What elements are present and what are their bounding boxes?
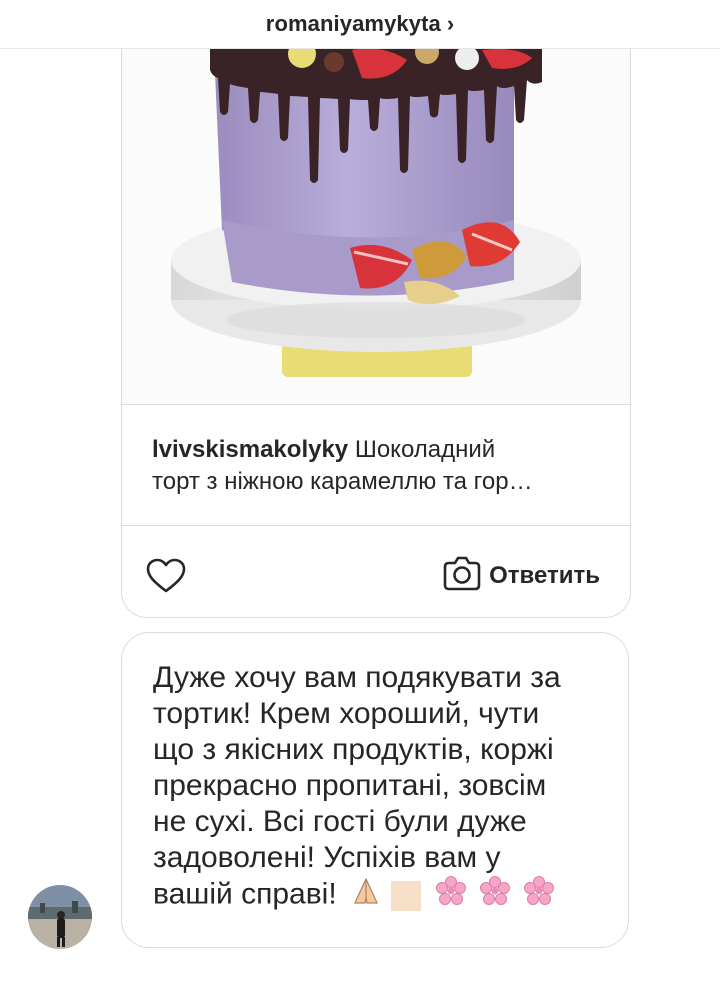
caption-text-line1: Шоколадний [354, 436, 496, 463]
cherry-blossom-icon [435, 876, 466, 915]
reply-label: Ответить [489, 562, 600, 589]
message-line: прекрасно пропитані, зовсім [153, 769, 547, 802]
message-line: Дуже хочу вам подякувати за [153, 661, 561, 694]
message-line: що з якісних продуктів, коржі [153, 733, 554, 766]
post-caption[interactable]: lvivskismakolyky Шоколадний торт з ніжно… [122, 404, 630, 526]
camera-icon [443, 555, 489, 598]
caption-text-line2: торт з ніжною карамеллю та гор… [152, 468, 533, 495]
folded-hands-icon [351, 876, 381, 915]
message-line: тортик! Крем хороший, чути [153, 697, 540, 730]
skin-tone-modifier-icon [391, 880, 422, 911]
reply-button[interactable]: Ответить [443, 555, 600, 598]
avatar[interactable] [28, 885, 92, 949]
message-line: не сухі. Всі гості були дуже [153, 805, 527, 838]
message-line: задоволені! Успіхів вам у [153, 841, 501, 874]
post-author[interactable]: lvivskismakolyky [152, 436, 348, 463]
chevron-right-icon: › [446, 11, 455, 36]
shared-post-card[interactable]: lvivskismakolyky Шоколадний торт з ніжно… [121, 20, 631, 618]
chat-username[interactable]: romaniyamykyta [266, 11, 441, 37]
message-line: вашій справі! [153, 877, 337, 911]
chat-header[interactable]: romaniyamykyta › [0, 0, 720, 49]
heart-icon[interactable] [146, 558, 186, 594]
cherry-blossom-icon [524, 876, 555, 915]
message-bubble[interactable]: Дуже хочу вам подякувати за тортик! Крем… [121, 632, 629, 948]
post-actions: Ответить [122, 526, 630, 617]
post-image[interactable] [122, 20, 630, 404]
cherry-blossom-icon [480, 876, 511, 915]
